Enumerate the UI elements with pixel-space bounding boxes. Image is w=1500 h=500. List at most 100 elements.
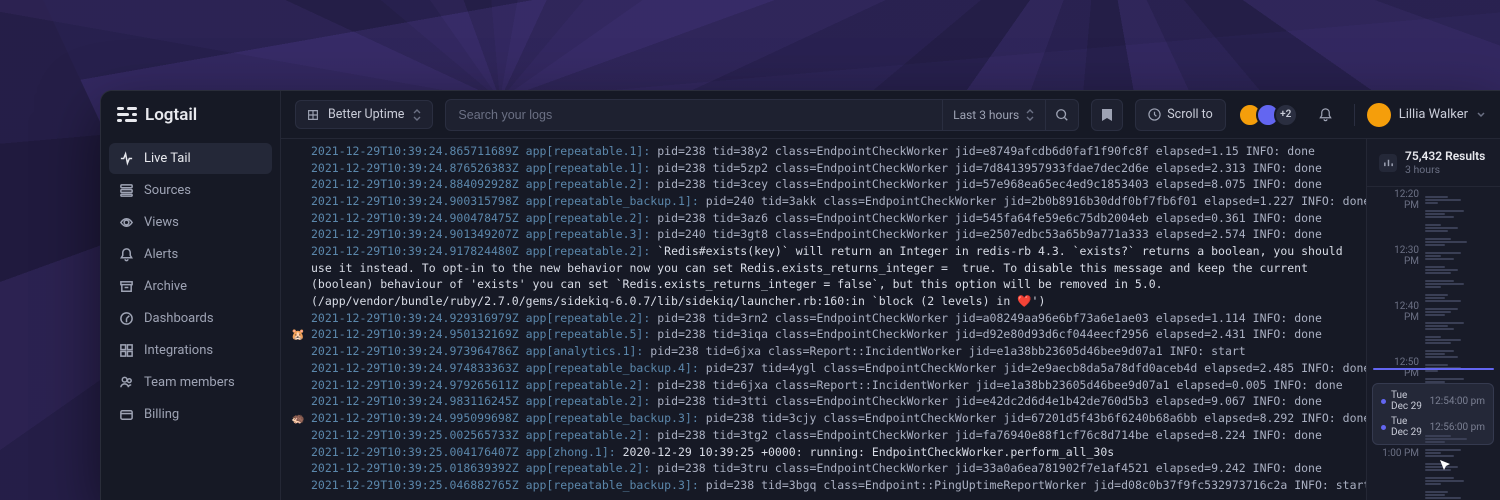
time-range-selector[interactable]: Last 3 hours: [942, 100, 1045, 130]
log-line[interactable]: 2021-12-29T10:39:24.884092928Z app[repea…: [285, 176, 1366, 193]
bookmark-button[interactable]: [1091, 99, 1123, 131]
notifications-button[interactable]: [1310, 99, 1342, 131]
histogram-row[interactable]: 12:30 PM: [1367, 249, 1500, 263]
log-body: pid=238 tid=3tti class=EndpointCheckWork…: [657, 394, 1322, 408]
histogram-row[interactable]: [1367, 277, 1500, 291]
log-timestamp: 2021-12-29T10:39:24.876526383Z: [311, 161, 519, 175]
scroll-to-button[interactable]: Scroll to: [1135, 99, 1225, 131]
log-source: app[repeatable_backup.3]:: [526, 411, 699, 425]
log-line[interactable]: 2021-12-29T10:39:25.046882765Z app[repea…: [285, 477, 1366, 494]
histogram-row[interactable]: [1367, 221, 1500, 235]
log-line[interactable]: 2021-12-29T10:39:25.002565733Z app[repea…: [285, 427, 1366, 444]
presence-avatars[interactable]: +2: [1238, 103, 1298, 127]
histogram-header: 75,432 Results 3 hours: [1367, 139, 1500, 187]
search-input[interactable]: [446, 108, 942, 122]
log-source: app[repeatable.2]:: [526, 211, 651, 225]
log-line[interactable]: 2021-12-29T10:39:25.018639392Z app[repea…: [285, 460, 1366, 477]
nav-item-dashboards[interactable]: Dashboards: [109, 303, 272, 334]
histogram-row[interactable]: [1367, 474, 1500, 488]
nav-item-label: Archive: [144, 279, 187, 294]
nav-item-label: Live Tail: [144, 151, 191, 166]
histogram-marker: [1373, 368, 1494, 370]
log-timestamp: 2021-12-29T10:39:24.979265611Z: [311, 378, 519, 392]
log-gutter: [291, 460, 305, 461]
nav-item-alerts[interactable]: Alerts: [109, 239, 272, 270]
log-body: pid=240 tid=3gt8 class=EndpointCheckWork…: [657, 227, 1322, 241]
sidebar-nav: Live Tail Sources Views Alerts Archive Dashbo…: [101, 143, 280, 430]
histogram-row[interactable]: [1367, 319, 1500, 333]
log-source: app[repeatable_backup.3]:: [526, 478, 699, 492]
histogram-row[interactable]: [1367, 263, 1500, 277]
nav-item-sources[interactable]: Sources: [109, 175, 272, 206]
log-line[interactable]: 2021-12-29T10:39:24.974833363Z app[repea…: [285, 360, 1366, 377]
log-body: pid=238 tid=3iqa class=EndpointCheckWork…: [657, 327, 1322, 341]
histogram-row[interactable]: [1367, 460, 1500, 474]
histogram-row[interactable]: 1:00 PM: [1367, 446, 1500, 460]
log-gutter: 🦔: [291, 410, 305, 427]
log-line[interactable]: 2021-12-29T10:39:24.929316979Z app[repea…: [285, 310, 1366, 327]
histogram-row[interactable]: [1367, 488, 1500, 500]
nav-item-team[interactable]: Team members: [109, 367, 272, 398]
source-selector[interactable]: Better Uptime: [295, 100, 433, 129]
main: Better Uptime Last 3 hours Scroll to: [281, 91, 1500, 500]
log-line[interactable]: 2021-12-29T10:39:25.004176407Z app[zhong…: [285, 444, 1366, 461]
log-line[interactable]: 🦔2021-12-29T10:39:24.995099698Z app[repe…: [285, 410, 1366, 427]
chart-icon: [1379, 154, 1397, 172]
histogram-row[interactable]: 12:40 PM: [1367, 305, 1500, 319]
log-timestamp: 2021-12-29T10:39:24.950132169Z: [311, 327, 519, 341]
log-line[interactable]: 2021-12-29T10:39:24.917824480Z app[repea…: [285, 243, 1366, 310]
results-range: 3 hours: [1405, 163, 1485, 176]
search-submit[interactable]: [1045, 100, 1078, 130]
integrations-icon: [119, 343, 134, 358]
user-avatar: [1367, 103, 1391, 127]
clock-icon: [1148, 108, 1161, 121]
log-line[interactable]: 2021-12-29T10:39:24.876526383Z app[repea…: [285, 160, 1366, 177]
log-line[interactable]: 2021-12-29T10:39:24.901349207Z app[repea…: [285, 226, 1366, 243]
histogram-row[interactable]: 12:20 PM: [1367, 193, 1500, 207]
user-menu[interactable]: Lillia Walker: [1367, 103, 1486, 127]
log-timestamp: 2021-12-29T10:39:24.983116245Z: [311, 394, 519, 408]
histogram-row[interactable]: [1367, 432, 1500, 446]
log-body: pid=238 tid=3cey class=EndpointCheckWork…: [657, 177, 1322, 191]
source-icon: [306, 108, 320, 122]
log-timestamp: 2021-12-29T10:39:24.901349207Z: [311, 227, 519, 241]
log-gutter: [291, 176, 305, 177]
log-source: app[repeatable.3]:: [526, 227, 651, 241]
log-timestamp: 2021-12-29T10:39:25.004176407Z: [311, 445, 519, 459]
log-body: pid=238 tid=3tru class=EndpointCheckWork…: [657, 461, 1322, 475]
histogram-body[interactable]: 12:20 PM12:30 PM12:40 PM12:50 PMTue Dec …: [1367, 187, 1500, 500]
live-icon: [119, 151, 134, 166]
log-body: pid=238 tid=3bgq class=Endpoint::PingUpt…: [706, 478, 1366, 492]
log-line[interactable]: 🐹2021-12-29T10:39:24.950132169Z app[repe…: [285, 326, 1366, 343]
avatar-more: +2: [1274, 103, 1298, 127]
log-line[interactable]: 2021-12-29T10:39:24.900315798Z app[repea…: [285, 193, 1366, 210]
log-line[interactable]: 2021-12-29T10:39:24.983116245Z app[repea…: [285, 393, 1366, 410]
log-timestamp: 2021-12-29T10:39:24.884092928Z: [311, 177, 519, 191]
alerts-icon: [119, 247, 134, 262]
logo[interactable]: Logtail: [101, 91, 280, 143]
nav-item-views[interactable]: Views: [109, 207, 272, 238]
log-line[interactable]: 2021-12-29T10:39:24.979265611Z app[repea…: [285, 377, 1366, 394]
source-selector-label: Better Uptime: [328, 107, 404, 122]
log-source: app[analytics.1]:: [526, 344, 644, 358]
log-line[interactable]: 2021-12-29T10:39:24.973964786Z app[analy…: [285, 343, 1366, 360]
archive-icon: [119, 279, 134, 294]
scroll-to-label: Scroll to: [1167, 107, 1212, 122]
log-body: pid=238 tid=6jxa class=Report::IncidentW…: [657, 378, 1342, 392]
histogram-row[interactable]: [1367, 333, 1500, 347]
histogram-row[interactable]: [1367, 207, 1500, 221]
log-line[interactable]: 2021-12-29T10:39:24.865711689Z app[repea…: [285, 143, 1366, 160]
nav-item-billing[interactable]: Billing: [109, 399, 272, 430]
log-timestamp: 2021-12-29T10:39:24.865711689Z: [311, 144, 519, 158]
cursor-icon: [1439, 459, 1451, 471]
nav-item-archive[interactable]: Archive: [109, 271, 272, 302]
nav-item-integrations[interactable]: Integrations: [109, 335, 272, 366]
log-gutter: 🐹: [291, 326, 305, 343]
content: 2021-12-29T10:39:24.865711689Z app[repea…: [281, 139, 1500, 500]
log-gutter: [291, 160, 305, 161]
log-gutter: [291, 360, 305, 361]
log-viewer[interactable]: 2021-12-29T10:39:24.865711689Z app[repea…: [281, 139, 1366, 500]
nav-item-label: Views: [144, 215, 179, 230]
nav-item-live[interactable]: Live Tail: [109, 143, 272, 174]
log-line[interactable]: 2021-12-29T10:39:24.900478475Z app[repea…: [285, 210, 1366, 227]
